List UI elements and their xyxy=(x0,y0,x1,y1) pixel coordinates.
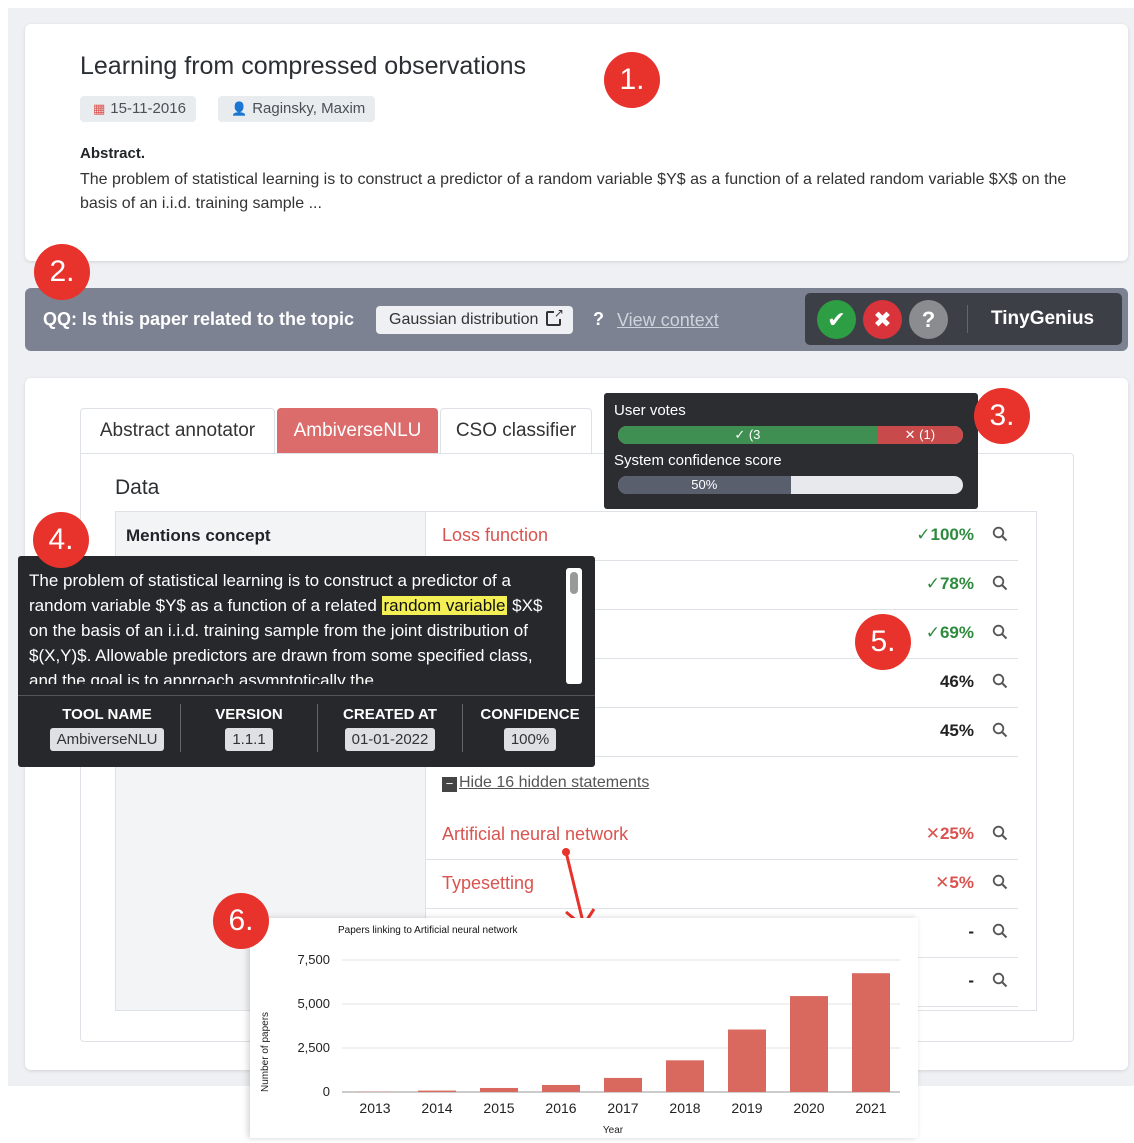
chart-title: Papers linking to Artificial neural netw… xyxy=(338,925,519,936)
callout-6: 6. xyxy=(213,893,269,949)
callout-3: 3. xyxy=(974,388,1030,444)
callout-1: 1. xyxy=(604,52,660,108)
y-axis-label: Number of papers xyxy=(260,1012,271,1092)
chart-svg: Papers linking to Artificial neural netw… xyxy=(250,918,918,1138)
y-tick-label: 0 xyxy=(323,1084,330,1099)
y-tick-label: 5,000 xyxy=(297,996,330,1011)
x-tick-label: 2014 xyxy=(421,1100,452,1116)
y-tick-label: 7,500 xyxy=(297,952,330,967)
x-tick-label: 2021 xyxy=(855,1100,886,1116)
y-tick-label: 2,500 xyxy=(297,1040,330,1055)
x-axis-label: Year xyxy=(603,1125,624,1136)
x-tick-label: 2017 xyxy=(607,1100,638,1116)
bar-2020 xyxy=(790,996,828,1092)
bar-2021 xyxy=(852,973,890,1092)
x-tick-label: 2013 xyxy=(359,1100,390,1116)
bar-2019 xyxy=(728,1030,766,1092)
x-tick-label: 2019 xyxy=(731,1100,762,1116)
bar-2018 xyxy=(666,1060,704,1092)
callout-5: 5. xyxy=(855,614,911,670)
callout-4: 4. xyxy=(33,512,89,568)
x-tick-label: 2018 xyxy=(669,1100,700,1116)
bar-2015 xyxy=(480,1088,518,1092)
x-tick-label: 2016 xyxy=(545,1100,576,1116)
bar-2016 xyxy=(542,1085,580,1092)
callout-2: 2. xyxy=(34,244,90,300)
x-tick-label: 2015 xyxy=(483,1100,514,1116)
papers-chart: Papers linking to Artificial neural netw… xyxy=(250,918,918,1138)
bar-2014 xyxy=(418,1091,456,1092)
bar-2017 xyxy=(604,1078,642,1092)
x-tick-label: 2020 xyxy=(793,1100,824,1116)
